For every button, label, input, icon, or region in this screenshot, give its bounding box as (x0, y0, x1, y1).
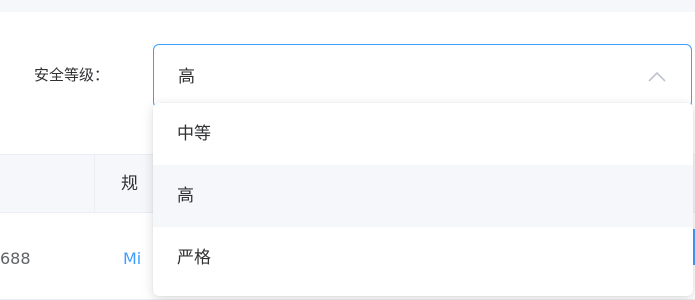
security-level-label: 安全等级： (34, 66, 110, 84)
security-level-dropdown: 中等 高 严格 (153, 103, 693, 296)
row-id-cell: 688 (0, 249, 31, 268)
table-header-cell (0, 155, 95, 212)
security-level-filter-panel: 安全等级： 高 规 688 Mi 中等 高 严格 (0, 0, 695, 300)
security-level-select[interactable]: 高 (153, 44, 692, 108)
dropdown-option-high[interactable]: 高 (153, 165, 693, 227)
table-header-rule-column: 规 (121, 174, 138, 194)
row-rule-link[interactable]: Mi (123, 248, 141, 270)
selected-value: 高 (178, 67, 195, 87)
dropdown-option-medium[interactable]: 中等 (153, 103, 693, 165)
dropdown-option-strict[interactable]: 严格 (153, 227, 693, 289)
top-strip (0, 0, 695, 12)
chevron-up-icon[interactable] (647, 67, 667, 87)
